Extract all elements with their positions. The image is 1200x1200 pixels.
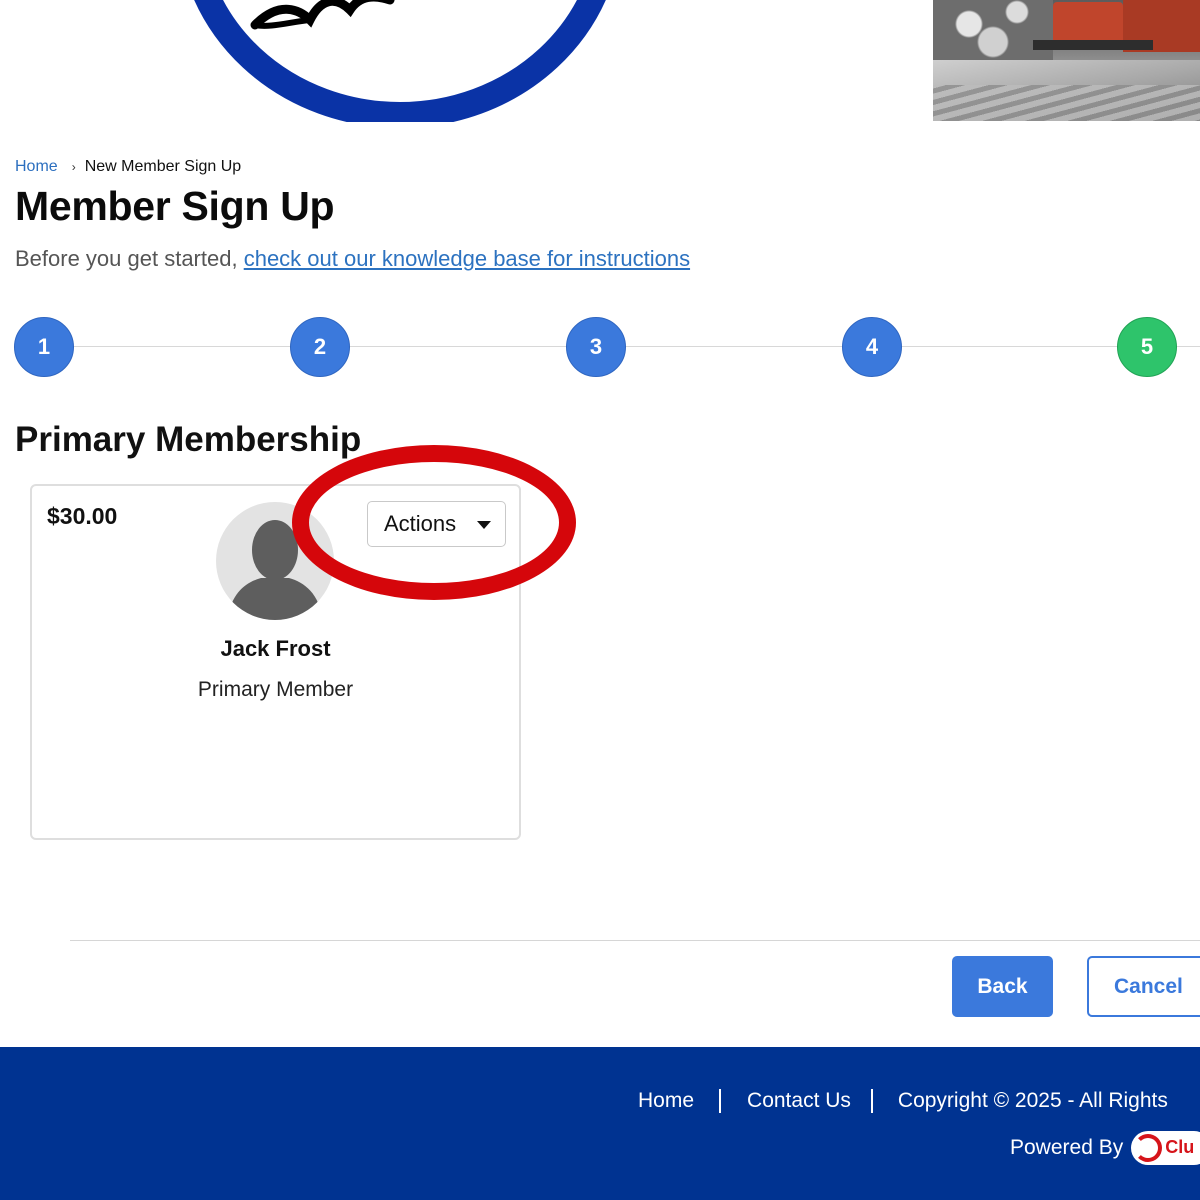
chevron-right-icon: › <box>71 160 76 174</box>
footer-divider <box>870 1089 873 1113</box>
step-2[interactable]: 2 <box>290 317 350 377</box>
footer-home-link[interactable]: Home <box>638 1089 694 1113</box>
club-logo[interactable] <box>160 0 630 122</box>
groomer-track <box>1033 40 1153 50</box>
breadcrumb-current: New Member Sign Up <box>84 158 242 175</box>
hero-photo <box>933 0 1200 121</box>
member-role: Primary Member <box>197 678 354 701</box>
divider <box>70 940 1200 941</box>
groomer-cab <box>1053 2 1123 44</box>
snowy-trees <box>933 0 1053 60</box>
site-footer: Home Contact Us Copyright © 2025 - All R… <box>0 1047 1200 1200</box>
logo-ring-icon <box>1134 1134 1163 1162</box>
membership-price: $30.00 <box>47 503 118 529</box>
step-4[interactable]: 4 <box>842 317 902 377</box>
highlight-annotation-circle <box>292 445 576 600</box>
cancel-button[interactable]: Cancel <box>1087 956 1200 1017</box>
footer-links: Home Contact Us Copyright © 2025 - All R… <box>638 1089 1168 1113</box>
section-title: Primary Membership <box>15 420 362 459</box>
step-3[interactable]: 3 <box>566 317 626 377</box>
breadcrumb-home-link[interactable]: Home <box>15 158 58 176</box>
step-1[interactable]: 1 <box>14 317 74 377</box>
member-name: Jack Frost <box>220 636 331 661</box>
snow-tracks <box>933 85 1200 121</box>
footer-divider <box>719 1089 722 1113</box>
powered-by-label: Powered By <box>1010 1136 1124 1159</box>
site-header <box>0 0 1200 122</box>
powered-by: Powered By Clu <box>1010 1131 1200 1165</box>
back-button[interactable]: Back <box>952 956 1053 1017</box>
clubexpress-logo[interactable]: Clu <box>1131 1131 1200 1165</box>
intro-prefix: Before you get started, <box>15 246 244 271</box>
knowledge-base-link[interactable]: check out our knowledge base for instruc… <box>244 246 690 271</box>
footer-copyright: Copyright © 2025 - All Rights <box>897 1089 1168 1112</box>
intro-text: Before you get started, check out our kn… <box>15 246 690 272</box>
footer-contact-link[interactable]: Contact Us <box>747 1089 851 1113</box>
step-5[interactable]: 5 <box>1117 317 1177 377</box>
logo-text: Clu <box>1165 1137 1195 1157</box>
breadcrumb: Home › New Member Sign Up <box>15 158 241 176</box>
page-title: Member Sign Up <box>15 183 335 229</box>
